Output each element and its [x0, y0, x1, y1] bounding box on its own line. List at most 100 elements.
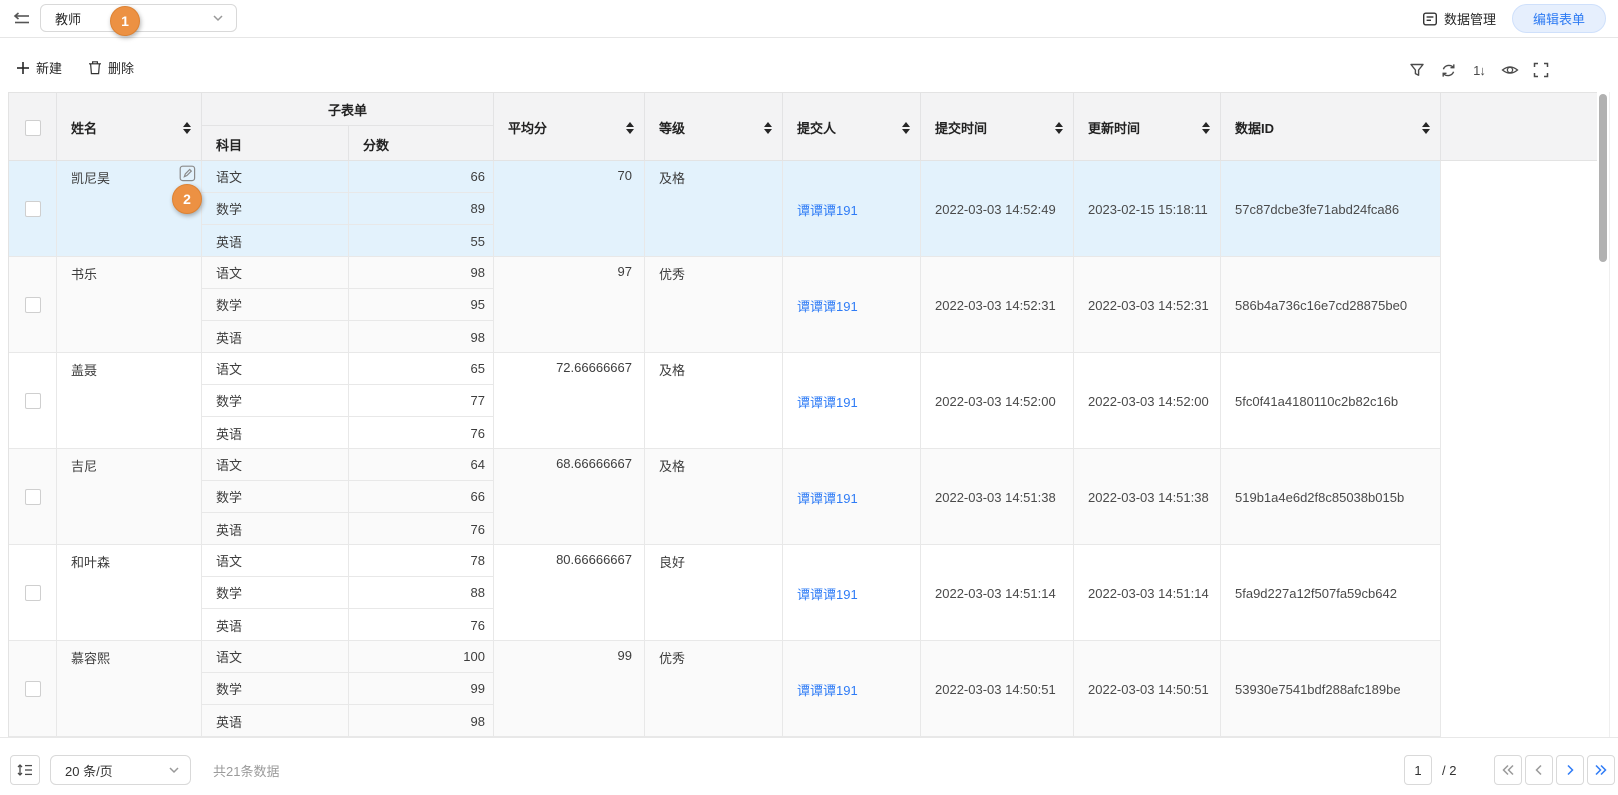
chevron-down-icon	[168, 766, 180, 774]
subject-name-cell: 数学	[202, 481, 349, 512]
total-count-label: 共21条数据	[213, 755, 279, 785]
collapse-sidebar-icon[interactable]	[12, 10, 32, 28]
subject-rows: 语文98数学95英语98	[202, 257, 494, 353]
header-subform-label: 子表单	[328, 100, 367, 119]
row-checkbox-cell	[9, 545, 57, 641]
annotation-badge-2: 2	[172, 184, 202, 214]
row-update-time: 2022-03-03 14:51:14	[1074, 545, 1221, 641]
sort-toggle-name[interactable]	[183, 122, 191, 134]
row-height-button[interactable]	[10, 755, 40, 785]
table-row[interactable]: 凯尼昊 2 语文66数学89英语55 70 及格 谭谭谭191 2022-03-…	[9, 161, 1441, 257]
table-body: 凯尼昊 2 语文66数学89英语55 70 及格 谭谭谭191 2022-03-…	[9, 161, 1597, 737]
subject-rows: 语文65数学77英语76	[202, 353, 494, 449]
score-value-cell: 98	[349, 321, 493, 353]
row-checkbox[interactable]	[25, 297, 41, 313]
row-checkbox-cell	[9, 257, 57, 353]
row-checkbox[interactable]	[25, 201, 41, 217]
sort-toggle-grade[interactable]	[764, 122, 772, 134]
subject-name-cell: 语文	[202, 641, 349, 672]
last-page-button[interactable]	[1587, 755, 1615, 785]
row-avg: 97	[494, 257, 645, 353]
row-checkbox[interactable]	[25, 489, 41, 505]
sort-icon[interactable]: 1↓	[1470, 61, 1488, 79]
row-checkbox-cell	[9, 161, 57, 257]
sort-toggle-data-id[interactable]	[1422, 122, 1430, 134]
subject-row: 英语98	[202, 321, 493, 353]
row-data-id: 5fa9d227a12f507fa59cb642	[1221, 545, 1441, 641]
refresh-icon[interactable]	[1439, 61, 1457, 79]
header-name-label: 姓名	[71, 118, 97, 137]
eye-icon[interactable]	[1501, 61, 1519, 79]
score-value-cell: 64	[349, 449, 493, 480]
data-manage-button[interactable]: 数据管理	[1422, 9, 1496, 28]
next-page-button[interactable]	[1556, 755, 1584, 785]
delete-button[interactable]: 删除	[88, 58, 134, 77]
row-submitter-cell: 谭谭谭191	[783, 641, 921, 737]
edit-form-button[interactable]: 编辑表单	[1512, 4, 1606, 33]
header-name: 姓名	[57, 93, 202, 162]
filter-icon[interactable]	[1408, 61, 1426, 79]
sort-toggle-submit-time[interactable]	[1055, 122, 1063, 134]
table-row[interactable]: 和叶森 语文78数学88英语76 80.66666667 良好 谭谭谭191 2…	[9, 545, 1441, 641]
select-all-checkbox[interactable]	[25, 120, 41, 136]
row-submit-time: 2022-03-03 14:52:00	[921, 353, 1074, 449]
current-page-input[interactable]: 1	[1404, 755, 1432, 785]
prev-page-button[interactable]	[1525, 755, 1553, 785]
subject-name-cell: 英语	[202, 513, 349, 545]
subject-rows: 语文78数学88英语76	[202, 545, 494, 641]
row-checkbox[interactable]	[25, 585, 41, 601]
sort-toggle-submitter[interactable]	[902, 122, 910, 134]
table-row[interactable]: 书乐 语文98数学95英语98 97 优秀 谭谭谭191 2022-03-03 …	[9, 257, 1441, 353]
row-data-id: 586b4a736c16e7cd28875be0	[1221, 257, 1441, 353]
new-button[interactable]: 新建	[16, 58, 62, 77]
submitter-link[interactable]: 谭谭谭191	[797, 296, 858, 315]
first-page-button[interactable]	[1494, 755, 1522, 785]
score-value-cell: 95	[349, 289, 493, 320]
header-submit-time: 提交时间	[921, 93, 1074, 162]
sort-toggle-update-time[interactable]	[1202, 122, 1210, 134]
submitter-link[interactable]: 谭谭谭191	[797, 584, 858, 603]
submitter-link[interactable]: 谭谭谭191	[797, 488, 858, 507]
score-value-cell: 98	[349, 257, 493, 288]
header-checkbox-cell	[9, 93, 57, 162]
row-name-cell: 慕容熙	[57, 641, 202, 737]
table-row[interactable]: 慕容熙 语文100数学99英语98 99 优秀 谭谭谭191 2022-03-0…	[9, 641, 1441, 737]
table-row[interactable]: 吉尼 语文64数学66英语76 68.66666667 及格 谭谭谭191 20…	[9, 449, 1441, 545]
fullscreen-icon[interactable]	[1532, 61, 1550, 79]
row-name: 慕容熙	[71, 651, 110, 666]
score-value-cell: 78	[349, 545, 493, 576]
header-subject: 科目	[202, 126, 349, 162]
header-grade: 等级	[645, 93, 783, 162]
sort-toggle-avg[interactable]	[626, 122, 634, 134]
submitter-link[interactable]: 谭谭谭191	[797, 680, 858, 699]
score-value-cell: 77	[349, 385, 493, 416]
submitter-link[interactable]: 谭谭谭191	[797, 200, 858, 219]
header-avg: 平均分	[494, 93, 645, 162]
row-checkbox[interactable]	[25, 681, 41, 697]
row-data-id: 5fc0f41a4180110c2b82c16b	[1221, 353, 1441, 449]
header-submitter: 提交人	[783, 93, 921, 162]
vertical-scrollbar-thumb[interactable]	[1599, 94, 1607, 262]
subject-row: 语文64	[202, 449, 493, 481]
subject-row: 英语76	[202, 417, 493, 449]
header-grade-label: 等级	[659, 118, 685, 137]
header-subject-label: 科目	[216, 135, 242, 154]
subject-name-cell: 数学	[202, 385, 349, 416]
chevron-down-icon	[212, 14, 224, 22]
row-name: 和叶森	[71, 555, 110, 570]
submitter-link[interactable]: 谭谭谭191	[797, 392, 858, 411]
score-value-cell: 55	[349, 225, 493, 257]
row-checkbox-cell	[9, 353, 57, 449]
row-checkbox[interactable]	[25, 393, 41, 409]
subject-row: 语文98	[202, 257, 493, 289]
header-score: 分数	[349, 126, 494, 162]
edit-row-icon[interactable]	[179, 165, 196, 182]
page-size-select[interactable]: 20 条/页	[50, 755, 191, 785]
top-bar: 教师 1 数据管理 编辑表单	[0, 0, 1618, 38]
score-value-cell: 76	[349, 417, 493, 449]
table-row[interactable]: 盖聂 语文65数学77英语76 72.66666667 及格 谭谭谭191 20…	[9, 353, 1441, 449]
row-submit-time: 2022-03-03 14:50:51	[921, 641, 1074, 737]
subject-name-cell: 数学	[202, 673, 349, 704]
header-update-time-label: 更新时间	[1088, 118, 1140, 137]
subject-row: 数学77	[202, 385, 493, 417]
